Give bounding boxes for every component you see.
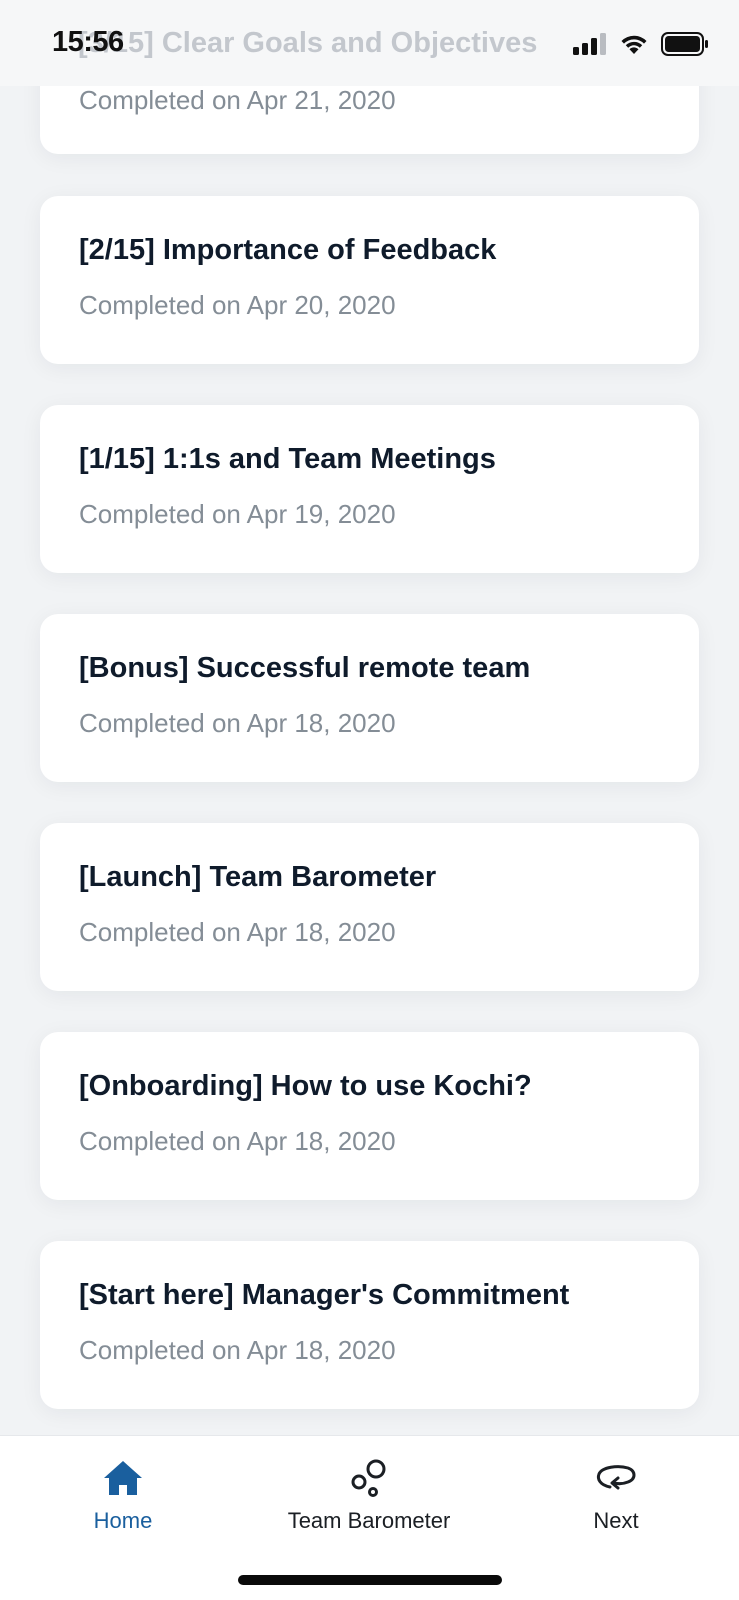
lesson-card[interactable]: [1/15] 1:1s and Team Meetings Completed … [40, 405, 699, 573]
tab-label: Home [93, 1508, 153, 1533]
tab-team-barometer[interactable]: Team Barometer [249, 1456, 489, 1534]
lesson-title: [Onboarding] How to use Kochi? [79, 1070, 532, 1102]
tab-label: Next [593, 1508, 639, 1533]
lesson-completed-date: Completed on Apr 18, 2020 [79, 1335, 396, 1365]
lesson-completed-date: Completed on Apr 18, 2020 [79, 1126, 396, 1156]
home-indicator[interactable] [238, 1575, 502, 1585]
battery-icon [661, 32, 709, 61]
lesson-list[interactable]: Completed on Apr 21, 2020 [2/15] Importa… [0, 0, 739, 1435]
status-icons [573, 32, 709, 61]
tab-home[interactable]: Home [3, 1456, 243, 1534]
barometer-icon [349, 1456, 389, 1500]
lesson-card[interactable]: [2/15] Importance of Feedback Completed … [40, 196, 699, 364]
tab-label: Team Barometer [287, 1508, 451, 1533]
tab-bar: Home Team Barometer Next [0, 1435, 739, 1600]
tab-next[interactable]: Next [496, 1456, 736, 1534]
lesson-completed-date: Completed on Apr 18, 2020 [79, 917, 396, 947]
collapsed-header-title: [3/15] Clear Goals and Objectives [78, 27, 538, 59]
lesson-card[interactable]: [Start here] Manager's Commitment Comple… [40, 1241, 699, 1409]
lesson-title: [Start here] Manager's Commitment [79, 1279, 570, 1311]
lesson-title: [1/15] 1:1s and Team Meetings [79, 443, 496, 475]
lesson-completed-date: Completed on Apr 20, 2020 [79, 290, 396, 320]
wifi-icon [619, 33, 649, 60]
cellular-signal-icon [573, 33, 607, 60]
lesson-completed-date: Completed on Apr 19, 2020 [79, 499, 396, 529]
lesson-card[interactable]: [Bonus] Successful remote team Completed… [40, 614, 699, 782]
next-icon [594, 1456, 638, 1500]
lesson-completed-date: Completed on Apr 18, 2020 [79, 708, 396, 738]
lesson-title: [2/15] Importance of Feedback [79, 234, 497, 266]
lesson-card[interactable]: [Onboarding] How to use Kochi? Completed… [40, 1032, 699, 1200]
lesson-title: [Launch] Team Barometer [79, 861, 437, 893]
lesson-title: [Bonus] Successful remote team [79, 652, 531, 684]
lesson-completed-date: Completed on Apr 21, 2020 [79, 85, 396, 115]
home-icon [102, 1456, 144, 1500]
lesson-card[interactable]: [Launch] Team Barometer Completed on Apr… [40, 823, 699, 991]
status-time: 15:56 [52, 26, 124, 58]
